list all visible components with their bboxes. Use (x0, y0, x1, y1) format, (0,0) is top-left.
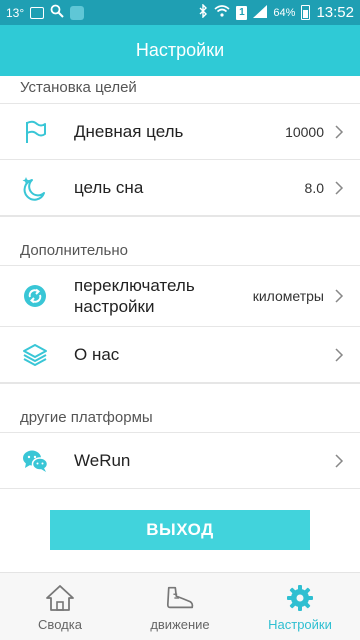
section-title-additional: Дополнительно (0, 238, 360, 266)
app-header: Настройки (0, 25, 360, 76)
unit-switch-label: переключатель настройки (74, 275, 253, 317)
shoe-icon (165, 583, 195, 613)
temperature-text: 13° (6, 5, 25, 20)
chevron-right-icon (334, 347, 344, 363)
daily-goal-value: 10000 (285, 123, 324, 140)
wechat-icon (20, 446, 50, 476)
unit-switch-row[interactable]: переключатель настройки километры (0, 266, 360, 327)
search-status-icon (50, 4, 64, 21)
section-title-platforms: другие платформы (0, 405, 360, 433)
sleep-goal-value: 8.0 (304, 179, 324, 196)
wifi-icon (214, 5, 230, 20)
signal-icon (253, 4, 268, 21)
bluetooth-icon (199, 3, 208, 21)
gear-icon (285, 583, 315, 613)
section-divider (0, 383, 360, 405)
tab-summary[interactable]: Сводка (0, 573, 120, 640)
battery-icon (301, 5, 311, 20)
settings-list: Установка целей Дневная цель 10000 цель … (0, 76, 360, 572)
moon-icon (20, 173, 50, 203)
unit-switch-label-line1: переключатель (74, 276, 195, 295)
chevron-right-icon (334, 453, 344, 469)
daily-goal-label: Дневная цель (74, 122, 184, 141)
tab-settings-label: Настройки (268, 617, 332, 632)
home-icon (45, 583, 75, 613)
logout-container: ВЫХОД (0, 489, 360, 550)
daily-goal-row[interactable]: Дневная цель 10000 (0, 104, 360, 160)
gallery-icon (30, 6, 45, 19)
werun-label: WeRun (74, 451, 131, 470)
app-notification-icon (70, 5, 85, 20)
page-title: Настройки (135, 40, 225, 60)
werun-row[interactable]: WeRun (0, 433, 360, 489)
flag-icon (20, 117, 50, 147)
logout-button[interactable]: ВЫХОД (50, 510, 310, 550)
switch-icon (20, 281, 50, 311)
bottom-tab-bar: Сводка движение Настройки (0, 572, 360, 640)
about-label: О нас (74, 345, 120, 364)
tab-movement-label: движение (150, 617, 210, 632)
chevron-right-icon (334, 288, 344, 304)
sleep-goal-label: цель сна (74, 178, 144, 197)
tab-settings[interactable]: Настройки (240, 573, 360, 640)
tab-movement[interactable]: движение (120, 573, 240, 640)
unit-switch-label-line2: настройки (74, 297, 155, 316)
layers-icon (20, 340, 50, 370)
section-title-goals: Установка целей (0, 76, 360, 104)
clock-time: 13:52 (316, 4, 354, 21)
status-bar: 13° 1 64% 13:52 (0, 0, 360, 25)
sim-icon: 1 (236, 5, 248, 20)
about-row[interactable]: О нас (0, 327, 360, 383)
unit-switch-value: километры (252, 288, 324, 304)
chevron-right-icon (334, 180, 344, 196)
tab-summary-label: Сводка (38, 617, 82, 632)
section-divider (0, 216, 360, 238)
battery-percent: 64% (273, 6, 296, 19)
chevron-right-icon (334, 124, 344, 140)
sleep-goal-row[interactable]: цель сна 8.0 (0, 160, 360, 216)
